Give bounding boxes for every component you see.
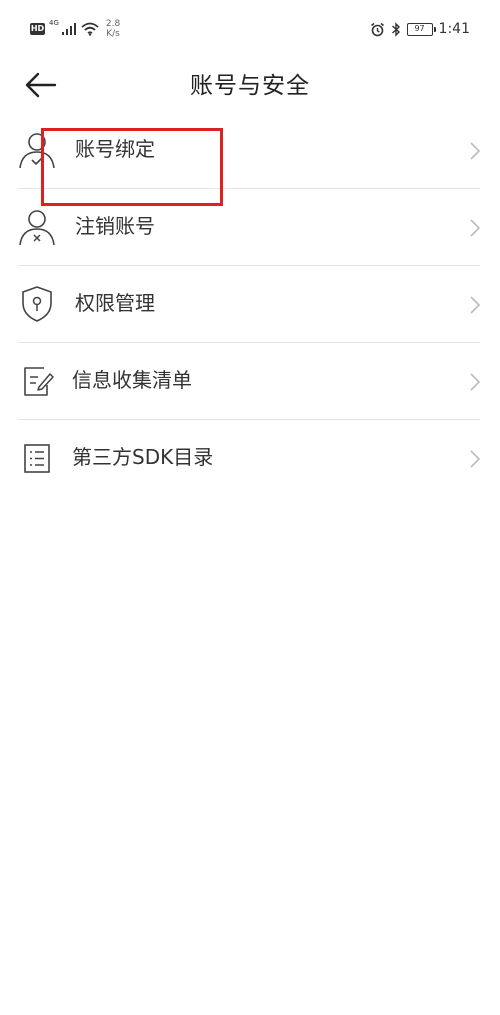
chevron-right-icon bbox=[470, 296, 481, 314]
user-remove-icon bbox=[17, 207, 57, 247]
chevron-right-icon bbox=[470, 219, 481, 237]
menu-item-permission-management[interactable]: 权限管理 bbox=[0, 266, 500, 343]
menu-item-label: 账号绑定 bbox=[75, 137, 155, 161]
document-edit-icon bbox=[17, 361, 57, 401]
page-title: 账号与安全 bbox=[190, 73, 310, 99]
chevron-right-icon bbox=[470, 142, 481, 160]
menu-item-label: 第三方SDK目录 bbox=[72, 445, 214, 469]
speed-value: 2.8 bbox=[105, 19, 121, 29]
list-icon bbox=[17, 438, 57, 478]
bluetooth-icon bbox=[391, 21, 400, 37]
status-time: 1:41 bbox=[438, 21, 470, 37]
status-right-group: 97 1:41 bbox=[370, 17, 470, 41]
shield-keyhole-icon bbox=[17, 284, 57, 324]
menu-item-label: 注销账号 bbox=[75, 214, 155, 238]
navigation-header: 账号与安全 bbox=[0, 56, 500, 112]
settings-list: 账号绑定 注销账号 权限管理 信息收集清单 第三方SDK目录 bbox=[0, 112, 500, 497]
signal-icon bbox=[61, 23, 76, 35]
wifi-icon bbox=[81, 22, 99, 36]
user-check-icon bbox=[17, 130, 57, 170]
chevron-right-icon bbox=[470, 373, 481, 391]
speed-unit: K/s bbox=[106, 29, 120, 39]
hd-badge: HD bbox=[30, 23, 45, 35]
network-speed: 2.8 K/s bbox=[106, 19, 120, 39]
menu-item-third-party-sdk[interactable]: 第三方SDK目录 bbox=[0, 420, 500, 497]
menu-item-info-collection-list[interactable]: 信息收集清单 bbox=[0, 343, 500, 420]
network-type-label: 4G bbox=[49, 19, 59, 27]
menu-item-account-binding[interactable]: 账号绑定 bbox=[0, 112, 500, 189]
menu-item-label: 信息收集清单 bbox=[72, 368, 192, 392]
menu-item-label: 权限管理 bbox=[75, 291, 155, 315]
chevron-right-icon bbox=[470, 450, 481, 468]
menu-item-cancel-account[interactable]: 注销账号 bbox=[0, 189, 500, 266]
battery-indicator: 97 bbox=[406, 22, 436, 36]
status-left-group: HD 4G 2.8 K/s bbox=[30, 14, 120, 44]
alarm-icon bbox=[370, 22, 384, 36]
status-bar: HD 4G 2.8 K/s 97 1:41 bbox=[0, 0, 500, 56]
